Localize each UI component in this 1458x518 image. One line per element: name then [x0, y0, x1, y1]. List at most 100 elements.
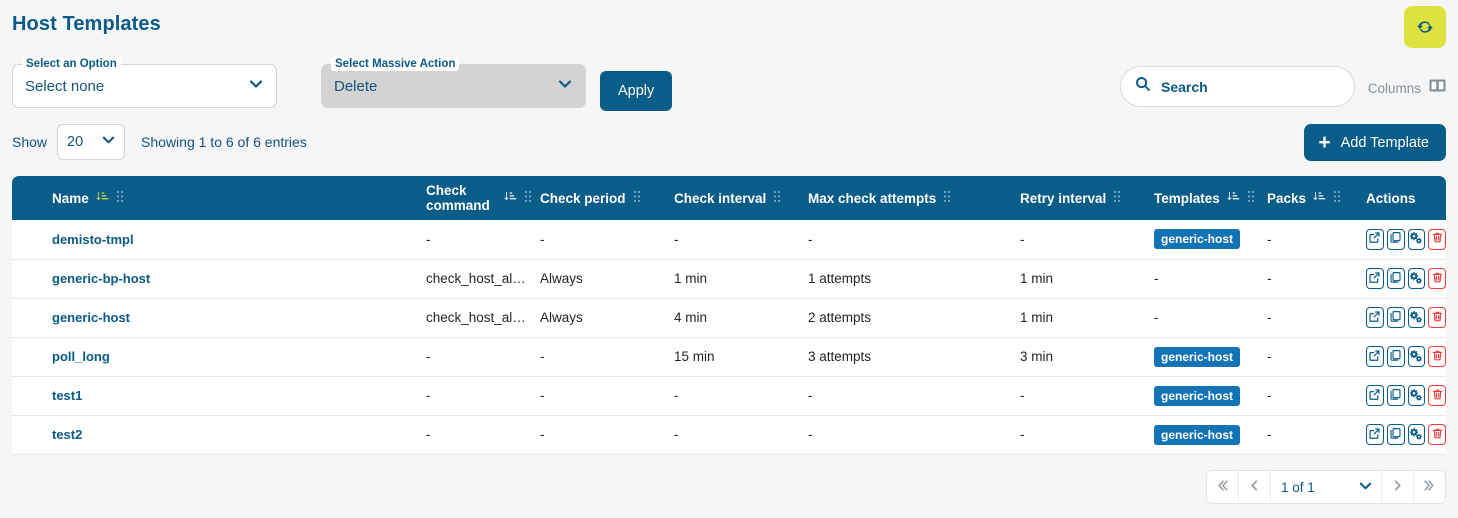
- trash-icon: [1431, 310, 1444, 326]
- open-external-button[interactable]: [1366, 346, 1384, 367]
- duplicate-button[interactable]: [1386, 228, 1405, 250]
- refresh-button[interactable]: [1404, 6, 1446, 48]
- duplicate-button[interactable]: [1386, 346, 1405, 367]
- template-name-link[interactable]: test2: [52, 427, 82, 442]
- trash-button[interactable]: [1428, 424, 1446, 445]
- filter-bar: Select an Option Select none Select Mass…: [12, 57, 673, 111]
- trash-button[interactable]: [1428, 307, 1446, 328]
- search-input[interactable]: Search: [1120, 66, 1355, 107]
- cell-templates: -: [1154, 310, 1159, 325]
- duplicate-icon: [1389, 310, 1402, 326]
- column-drag-handle[interactable]: [524, 190, 532, 206]
- gears-button[interactable]: [1407, 307, 1426, 328]
- column-header-check-period[interactable]: Check period: [532, 176, 666, 220]
- prev-page-button[interactable]: [1239, 471, 1271, 503]
- trash-button[interactable]: [1428, 228, 1446, 250]
- cell-check-interval: -: [674, 231, 679, 247]
- cell-check-command: -: [418, 337, 532, 376]
- columns-label: Columns: [1367, 80, 1421, 96]
- column-header-actions: Actions: [1358, 176, 1446, 220]
- current-page-label: 1 of 1: [1281, 479, 1315, 495]
- column-header-check-interval[interactable]: Check interval: [666, 176, 800, 220]
- trash-button[interactable]: [1428, 385, 1446, 406]
- next-page-button[interactable]: [1381, 471, 1413, 503]
- trash-icon: [1431, 388, 1444, 404]
- open-external-icon: [1368, 427, 1381, 443]
- sort-icon[interactable]: [1227, 190, 1240, 206]
- trash-icon: [1431, 271, 1444, 287]
- template-name-link[interactable]: generic-bp-host: [52, 271, 150, 286]
- show-entries-control: Show 20 Showing 1 to 6 of 6 entries: [12, 124, 307, 160]
- column-header-packs[interactable]: Packs: [1259, 176, 1358, 220]
- gears-button[interactable]: [1407, 424, 1426, 445]
- gears-button[interactable]: [1407, 228, 1426, 250]
- column-drag-handle[interactable]: [633, 190, 641, 206]
- column-drag-handle[interactable]: [1247, 190, 1255, 206]
- column-drag-handle[interactable]: [773, 190, 781, 206]
- open-external-button[interactable]: [1366, 307, 1384, 328]
- cell-templates: generic-host: [1146, 220, 1259, 259]
- column-label: Templates: [1154, 190, 1220, 206]
- column-header-max-check-attempts[interactable]: Max check attempts: [800, 176, 1012, 220]
- sort-ascending-icon[interactable]: [96, 190, 109, 206]
- page-select[interactable]: 1 of 1: [1271, 471, 1381, 503]
- double-chevron-right-icon: [1422, 478, 1437, 496]
- select-an-option-dropdown[interactable]: Select an Option Select none: [12, 57, 277, 108]
- sort-icon[interactable]: [1313, 190, 1326, 206]
- duplicate-icon: [1389, 271, 1402, 287]
- template-name-link[interactable]: demisto-tmpl: [52, 232, 134, 247]
- template-badge[interactable]: generic-host: [1154, 346, 1241, 367]
- column-label: Name: [52, 190, 89, 206]
- gears-button[interactable]: [1407, 385, 1426, 406]
- open-external-button[interactable]: [1366, 228, 1384, 250]
- column-drag-handle[interactable]: [116, 190, 124, 206]
- select-massive-action-dropdown[interactable]: Select Massive Action Delete: [321, 57, 586, 108]
- template-name-link[interactable]: test1: [52, 388, 82, 403]
- trash-button[interactable]: [1428, 268, 1446, 289]
- duplicate-button[interactable]: [1386, 385, 1405, 406]
- cell-retry-interval: -: [1020, 231, 1025, 247]
- columns-button[interactable]: Columns: [1368, 78, 1446, 98]
- template-badge[interactable]: generic-host: [1154, 385, 1241, 406]
- column-drag-handle[interactable]: [1333, 190, 1341, 206]
- column-header-templates[interactable]: Templates: [1146, 176, 1259, 220]
- template-badge[interactable]: generic-host: [1154, 229, 1241, 250]
- duplicate-button[interactable]: [1386, 424, 1405, 445]
- duplicate-button[interactable]: [1386, 268, 1405, 289]
- column-drag-handle[interactable]: [943, 190, 951, 206]
- cell-check-command: -: [418, 376, 532, 415]
- cell-check-period: -: [540, 388, 545, 403]
- open-external-button[interactable]: [1366, 268, 1384, 289]
- gears-icon: [1409, 271, 1423, 287]
- template-name-link[interactable]: poll_long: [52, 349, 110, 364]
- open-external-button[interactable]: [1366, 385, 1384, 406]
- add-template-button[interactable]: + Add Template: [1304, 124, 1446, 161]
- table-header-row: Name Check command Check period Check in…: [12, 176, 1446, 220]
- column-label: Check command: [426, 183, 490, 213]
- column-drag-handle[interactable]: [1113, 190, 1121, 206]
- first-page-button[interactable]: [1207, 471, 1239, 503]
- template-badge[interactable]: generic-host: [1154, 424, 1241, 445]
- row-action-group: [1366, 307, 1446, 328]
- cell-check-period: -: [540, 427, 545, 442]
- gears-button[interactable]: [1407, 268, 1426, 289]
- open-external-button[interactable]: [1366, 424, 1384, 445]
- column-header-name[interactable]: Name: [12, 176, 418, 220]
- column-header-check-command[interactable]: Check command: [418, 176, 532, 220]
- sort-icon[interactable]: [504, 190, 517, 206]
- cell-value: check_host_al…: [426, 271, 526, 286]
- duplicate-icon: [1389, 388, 1402, 404]
- apply-button[interactable]: Apply: [600, 71, 673, 111]
- last-page-button[interactable]: [1413, 471, 1445, 503]
- template-name-link[interactable]: generic-host: [52, 310, 130, 325]
- column-header-retry-interval[interactable]: Retry interval: [1012, 176, 1146, 220]
- duplicate-button[interactable]: [1386, 307, 1405, 328]
- gears-button[interactable]: [1407, 346, 1426, 367]
- table-row: poll_long - - 15 min 3 attempts 3 min generic-…: [12, 337, 1446, 376]
- cell-value: check_host_al…: [426, 310, 526, 325]
- chevron-down-icon: [101, 132, 116, 152]
- trash-button[interactable]: [1428, 346, 1446, 367]
- cell-check-command: check_host_al…: [418, 298, 532, 337]
- page-size-value: 20: [67, 134, 84, 150]
- page-size-select[interactable]: 20: [57, 124, 126, 160]
